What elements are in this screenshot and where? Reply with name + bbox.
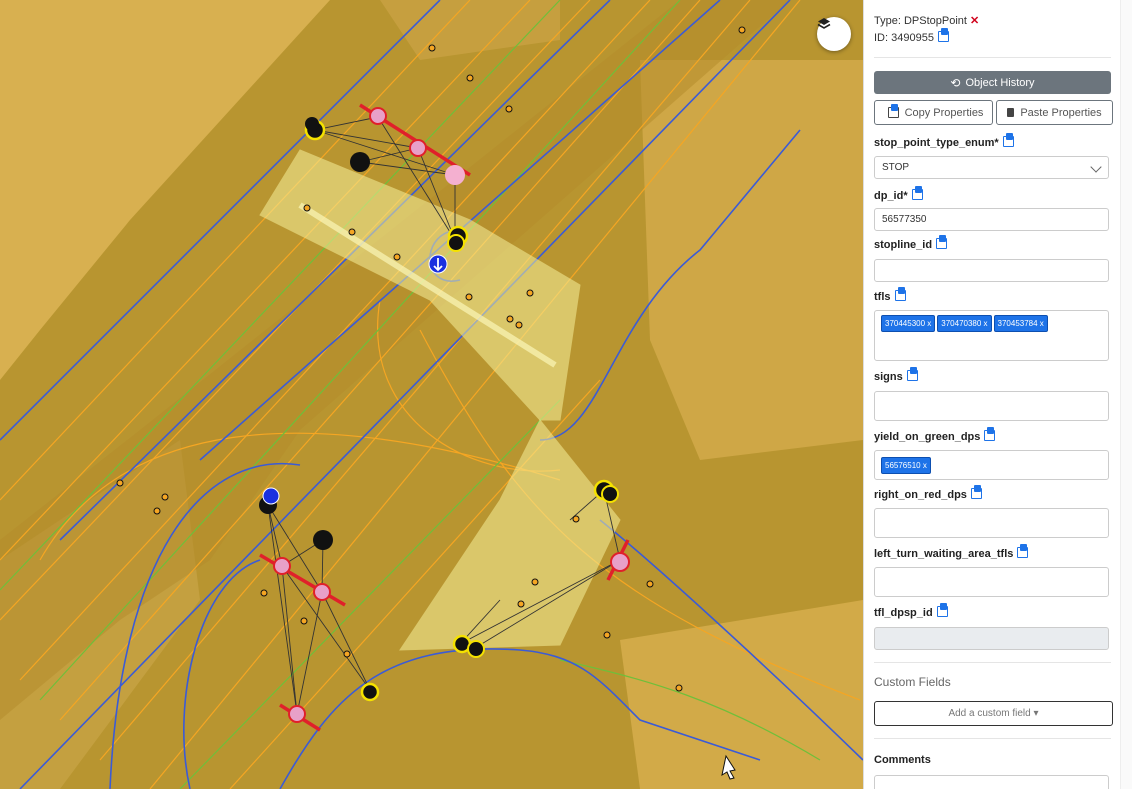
field-label-yield-on-green: yield_on_green_dps [874, 427, 996, 443]
scrollbar[interactable] [1120, 0, 1132, 789]
field-label-tfl-dpsp-id: tfl_dpsp_id [874, 603, 948, 619]
tfl-chip[interactable]: 370453784 x [993, 315, 1048, 332]
left-turn-waiting-input[interactable] [874, 567, 1109, 597]
paste-properties-label: Paste Properties [1020, 106, 1102, 119]
tfl-chip[interactable]: 370445300 x [881, 315, 936, 332]
dp-id-value: 56577350 [882, 214, 927, 225]
field-label-dp-id: dp_id* [874, 186, 923, 202]
copy-properties-button[interactable]: Copy Properties [874, 100, 993, 125]
map-canvas[interactable] [0, 0, 863, 789]
yield-chip[interactable]: 56576510 x [881, 456, 931, 474]
right-on-red-input[interactable] [874, 508, 1109, 538]
properties-panel: Type: DPStopPoint ✕ ID: 3490955 ⟲ Object … [863, 0, 1121, 789]
stopline-id-input[interactable] [874, 259, 1109, 282]
copy-icon[interactable] [911, 186, 923, 200]
close-icon[interactable]: ✕ [970, 15, 979, 27]
clipboard-icon [1007, 108, 1015, 117]
comments-input[interactable] [874, 775, 1109, 789]
field-label-right-on-red: right_on_red_dps [874, 485, 982, 501]
custom-fields-title: Custom Fields [874, 675, 951, 689]
copy-icon[interactable] [1017, 544, 1029, 558]
divider [874, 57, 1111, 58]
layers-icon [817, 18, 831, 29]
copy-properties-label: Copy Properties [904, 106, 984, 119]
stop-point-type-select[interactable]: STOP [874, 156, 1109, 179]
tfl-chip[interactable]: 370470380 x [937, 315, 992, 332]
type-label: Type: DPStopPoint [874, 15, 967, 27]
yield-on-green-input[interactable]: 56576510 x [874, 450, 1109, 480]
dp-id-input[interactable]: 56577350 [874, 208, 1109, 231]
copy-icon[interactable] [906, 367, 918, 381]
signs-input[interactable] [874, 391, 1109, 421]
copy-icon[interactable] [937, 28, 949, 42]
stop-point-type-value: STOP [882, 162, 910, 173]
id-label: ID: 3490955 [874, 32, 934, 44]
paste-properties-button[interactable]: Paste Properties [996, 100, 1113, 125]
map-svg[interactable] [0, 0, 863, 789]
copy-icon[interactable] [936, 235, 948, 249]
add-custom-field-button[interactable]: Add a custom field ▾ [874, 701, 1113, 726]
comments-title: Comments [874, 754, 931, 766]
chevron-down-icon [1090, 161, 1102, 173]
field-label-tfls: tfls [874, 287, 906, 303]
copy-icon[interactable] [1002, 133, 1014, 147]
object-history-button[interactable]: ⟲ Object History [874, 71, 1111, 94]
divider [874, 662, 1111, 663]
field-label-stop-point-type: stop_point_type_enum* [874, 133, 1014, 149]
divider [874, 738, 1111, 739]
history-icon: ⟲ [950, 75, 961, 90]
tfls-input[interactable]: 370445300 x 370470380 x 370453784 x [874, 310, 1109, 361]
field-label-signs: signs [874, 367, 918, 383]
copy-icon[interactable] [970, 485, 982, 499]
field-label-stopline-id: stopline_id [874, 235, 948, 251]
type-line: Type: DPStopPoint ✕ [874, 14, 979, 27]
tfl-dpsp-id-input [874, 627, 1109, 650]
layers-button[interactable] [817, 17, 851, 51]
field-label-left-turn-waiting: left_turn_waiting_area_tfls [874, 544, 1029, 560]
copy-icon[interactable] [894, 287, 906, 301]
copy-icon[interactable] [936, 603, 948, 617]
object-history-label: Object History [965, 76, 1035, 89]
id-line: ID: 3490955 [874, 28, 949, 44]
copy-icon[interactable] [984, 427, 996, 441]
copy-icon [887, 104, 899, 118]
